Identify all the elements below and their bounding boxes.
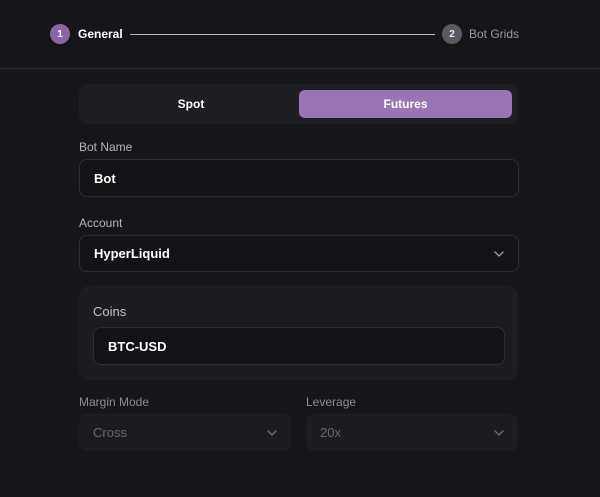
chevron-down-icon [494, 250, 504, 257]
leverage-value: 20x [320, 425, 341, 440]
chevron-down-icon [494, 429, 504, 436]
step-1-label: General [78, 27, 123, 41]
bot-name-input[interactable]: Bot [79, 159, 519, 197]
margin-mode-value: Cross [93, 425, 127, 440]
coins-label: Coins [93, 304, 127, 319]
account-select[interactable]: HyperLiquid [79, 235, 519, 272]
leverage-label: Leverage [306, 395, 357, 409]
margin-mode-label: Margin Mode [79, 395, 150, 409]
futures-button[interactable]: Futures [299, 90, 512, 118]
chevron-down-icon [267, 429, 277, 436]
margin-mode-select[interactable]: Cross [79, 414, 291, 451]
stepper: 1 General 2 Bot Grids [0, 0, 600, 69]
step-bot-grids[interactable]: 2 Bot Grids [442, 24, 519, 44]
step-2-number: 2 [442, 24, 462, 44]
step-general[interactable]: 1 General [50, 24, 123, 44]
step-2-label: Bot Grids [469, 27, 520, 41]
step-1-number: 1 [50, 24, 70, 44]
account-value: HyperLiquid [94, 246, 170, 261]
account-label: Account [79, 216, 123, 230]
spot-button[interactable]: Spot [84, 90, 298, 118]
leverage-select[interactable]: 20x [306, 414, 518, 451]
bot-name-label: Bot Name [79, 140, 133, 154]
coins-input[interactable]: BTC-USD [93, 327, 505, 365]
step-connector [130, 34, 435, 35]
market-type-toggle: Spot Futures [79, 84, 518, 124]
coins-panel: Coins BTC-USD [79, 286, 518, 380]
